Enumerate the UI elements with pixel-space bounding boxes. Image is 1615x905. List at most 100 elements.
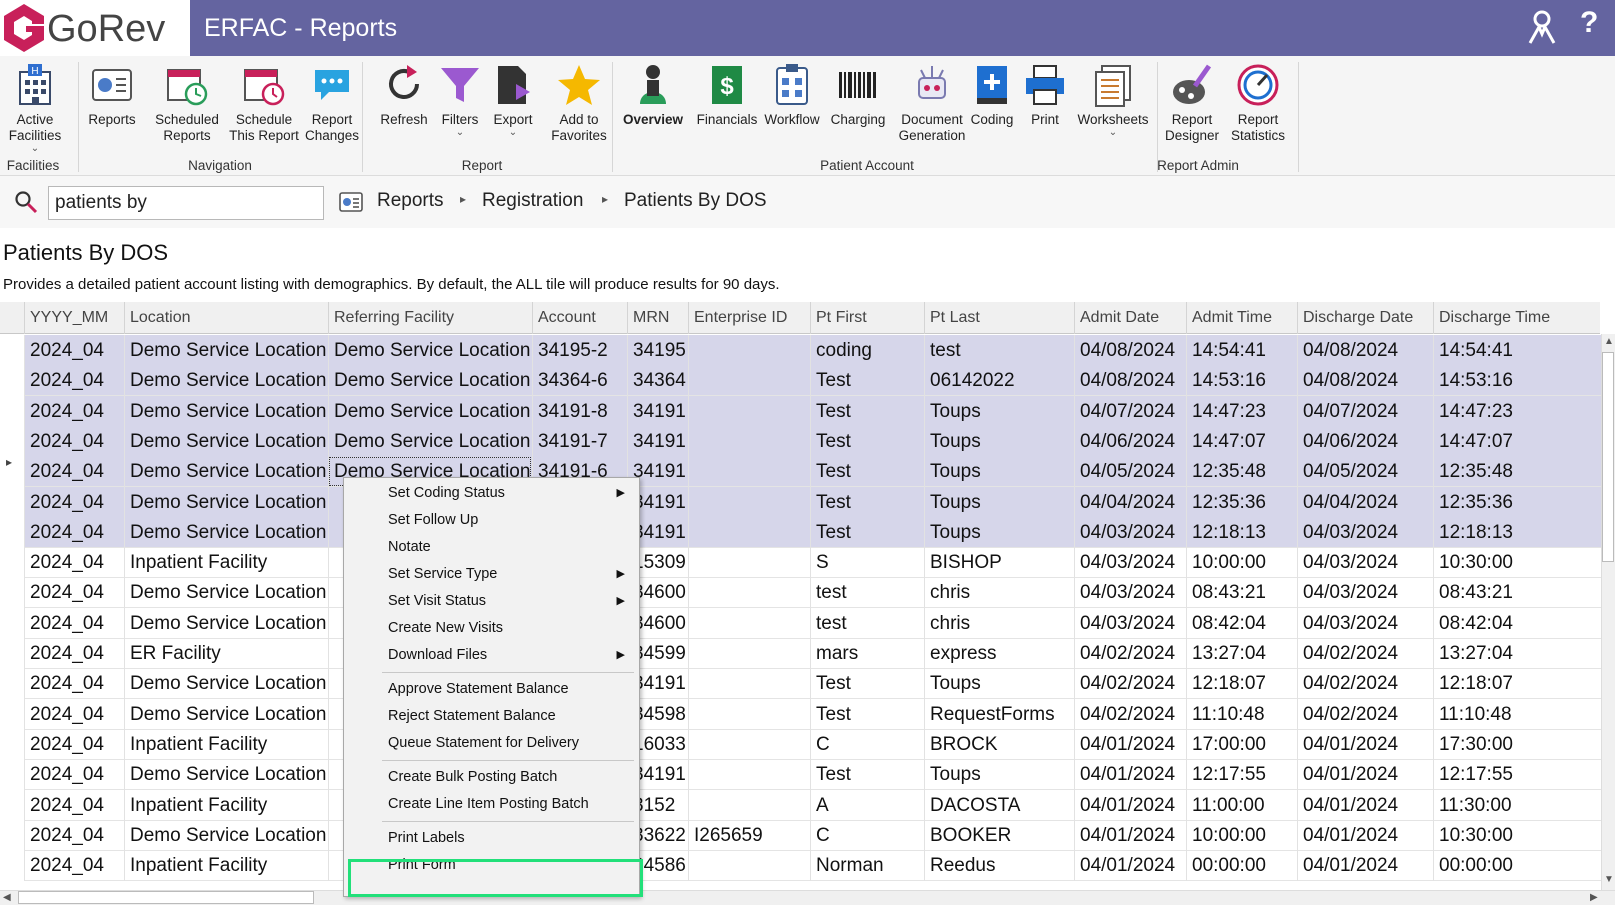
table-cell[interactable]: 04/02/2024 (1074, 698, 1186, 730)
table-cell[interactable]: Demo Service Location (124, 456, 328, 488)
table-row[interactable]: 2024_04 Demo Service Location 34600 test chr… (24, 577, 1602, 609)
table-cell[interactable]: chris (924, 607, 1074, 639)
table-cell[interactable]: 04/01/2024 (1074, 759, 1186, 791)
table-cell[interactable]: 2024_04 (24, 819, 124, 851)
scroll-left-icon[interactable]: ◀ (3, 892, 11, 903)
ribbon-button-refresh[interactable]: Refresh (376, 62, 432, 128)
menu-item-approve-statement-balance[interactable]: Approve Statement Balance (344, 676, 639, 703)
ribbon-button-scheduled-reports[interactable]: Scheduled Reports (152, 62, 222, 144)
ribbon-button-print[interactable]: Print (1018, 62, 1072, 128)
table-cell[interactable]: 04/02/2024 (1297, 668, 1433, 700)
table-cell[interactable]: BOOKER (924, 819, 1074, 851)
table-cell[interactable]: 06142022 (924, 365, 1074, 397)
table-cell[interactable]: 13:27:04 (1186, 638, 1297, 669)
table-row[interactable]: 2024_04 Demo Service Location Demo Service… (24, 456, 1602, 488)
table-cell[interactable]: 04/06/2024 (1297, 425, 1433, 457)
table-cell[interactable]: Demo Service Location (124, 819, 328, 851)
table-cell[interactable]: Demo Service Location (124, 698, 328, 730)
table-cell[interactable]: Toups (924, 395, 1074, 427)
ribbon-button-financials[interactable]: $ Financials (694, 62, 760, 128)
table-cell[interactable] (688, 456, 810, 488)
table-cell[interactable]: 00:00:00 (1433, 850, 1601, 882)
table-cell[interactable]: I265659 (688, 819, 810, 851)
table-cell[interactable]: 10:00:00 (1186, 819, 1297, 851)
table-cell[interactable] (688, 516, 810, 548)
table-cell[interactable]: 12:35:48 (1186, 456, 1297, 488)
table-cell[interactable]: 17:00:00 (1186, 728, 1297, 760)
help-icon[interactable]: ? (1580, 6, 1598, 40)
table-cell[interactable]: 12:18:13 (1433, 516, 1601, 548)
table-row[interactable]: 2024_04 Demo Service Location Demo Service… (24, 425, 1602, 457)
search-input[interactable] (48, 186, 324, 220)
ribbon-button-worksheets[interactable]: Worksheets ⌄ (1075, 62, 1151, 138)
ribbon-button-filters[interactable]: Filters ⌄ (436, 62, 484, 138)
table-cell[interactable]: Test (810, 425, 924, 457)
table-cell[interactable]: 04/02/2024 (1074, 668, 1186, 700)
table-cell[interactable] (688, 365, 810, 397)
table-cell[interactable]: 2024_04 (24, 728, 124, 760)
table-row[interactable]: 2024_04 Demo Service Location 34191 Test Tou… (24, 668, 1602, 700)
table-row[interactable]: 2024_04 Inpatient Facility 34586 Norman Reed… (24, 850, 1602, 882)
menu-item-set-follow-up[interactable]: Set Follow Up (344, 507, 639, 534)
ribbon-button-active-facilities[interactable]: H Active Facilities ⌄ (6, 62, 64, 154)
table-cell[interactable]: 34191 (627, 395, 688, 427)
table-cell[interactable]: 04/03/2024 (1074, 607, 1186, 639)
breadcrumb-reports[interactable]: Reports (377, 190, 444, 212)
table-cell[interactable]: 04/06/2024 (1074, 425, 1186, 457)
table-cell[interactable]: A (810, 789, 924, 821)
table-cell[interactable]: 12:35:36 (1186, 486, 1297, 518)
menu-item-download-files[interactable]: Download Files ▶ (344, 642, 639, 669)
table-cell[interactable]: Test (810, 698, 924, 730)
table-cell[interactable] (688, 668, 810, 700)
table-cell[interactable]: RequestForms (924, 698, 1074, 730)
table-cell[interactable] (688, 759, 810, 791)
menu-item-queue-statement-for-delivery[interactable]: Queue Statement for Delivery (344, 730, 639, 757)
table-cell[interactable]: 08:43:21 (1433, 577, 1601, 609)
table-row[interactable]: 2024_04 Inpatient Facility 16033 C BROCK 04/0… (24, 728, 1602, 760)
table-row[interactable]: 2024_04 Demo Service Location 34191 Test Tou… (24, 516, 1602, 548)
table-cell[interactable]: 14:47:23 (1433, 395, 1601, 427)
table-cell[interactable]: 04/02/2024 (1297, 638, 1433, 669)
table-cell[interactable]: Inpatient Facility (124, 850, 328, 882)
table-cell[interactable]: Test (810, 759, 924, 791)
table-cell[interactable]: 2024_04 (24, 516, 124, 548)
table-cell[interactable]: 14:47:07 (1433, 425, 1601, 457)
table-cell[interactable]: 04/05/2024 (1297, 456, 1433, 488)
table-cell[interactable]: 13:27:04 (1433, 638, 1601, 669)
table-cell[interactable]: Test (810, 486, 924, 518)
table-cell[interactable] (688, 698, 810, 730)
table-cell[interactable] (688, 728, 810, 760)
table-row[interactable]: 2024_04 Inpatient Facility 3152 A DACOSTA 04/… (24, 789, 1602, 821)
table-cell[interactable]: Demo Service Location (124, 607, 328, 639)
table-cell[interactable]: 04/01/2024 (1297, 819, 1433, 851)
table-cell[interactable]: 04/05/2024 (1074, 456, 1186, 488)
table-cell[interactable]: chris (924, 577, 1074, 609)
search-icon[interactable] (14, 190, 38, 214)
ribbon-button-coding[interactable]: Coding (966, 62, 1018, 128)
table-cell[interactable]: 12:18:07 (1433, 668, 1601, 700)
table-cell[interactable]: 04/01/2024 (1074, 728, 1186, 760)
table-cell[interactable] (688, 335, 810, 366)
ribbon-button-report-designer[interactable]: Report Designer (1162, 62, 1222, 144)
table-cell[interactable]: Demo Service Location (328, 425, 532, 457)
table-row[interactable]: 2024_04 Demo Service Location 34191 Test Tou… (24, 759, 1602, 791)
table-cell[interactable]: S (810, 547, 924, 579)
table-cell[interactable]: test (810, 577, 924, 609)
table-cell[interactable]: 12:17:55 (1186, 759, 1297, 791)
table-cell[interactable]: 10:30:00 (1433, 547, 1601, 579)
table-cell[interactable]: 2024_04 (24, 607, 124, 639)
table-cell[interactable]: 04/08/2024 (1074, 335, 1186, 366)
table-cell[interactable]: test (924, 335, 1074, 366)
column-header-mrn[interactable]: MRN (627, 302, 688, 334)
table-cell[interactable]: 04/03/2024 (1074, 547, 1186, 579)
table-cell[interactable] (688, 789, 810, 821)
column-header-referring-facility[interactable]: Referring Facility (328, 302, 532, 334)
table-cell[interactable]: Demo Service Location (328, 335, 532, 366)
table-cell[interactable]: 2024_04 (24, 850, 124, 882)
table-row[interactable]: 2024_04 Demo Service Location Demo Service… (24, 395, 1602, 427)
table-cell[interactable]: 34191 (627, 425, 688, 457)
ribbon-button-add-to-favorites[interactable]: Add to Favorites (548, 62, 610, 144)
table-row[interactable]: 2024_04 Demo Service Location Demo Service… (24, 365, 1602, 397)
table-cell[interactable] (688, 425, 810, 457)
table-cell[interactable]: 2024_04 (24, 486, 124, 518)
